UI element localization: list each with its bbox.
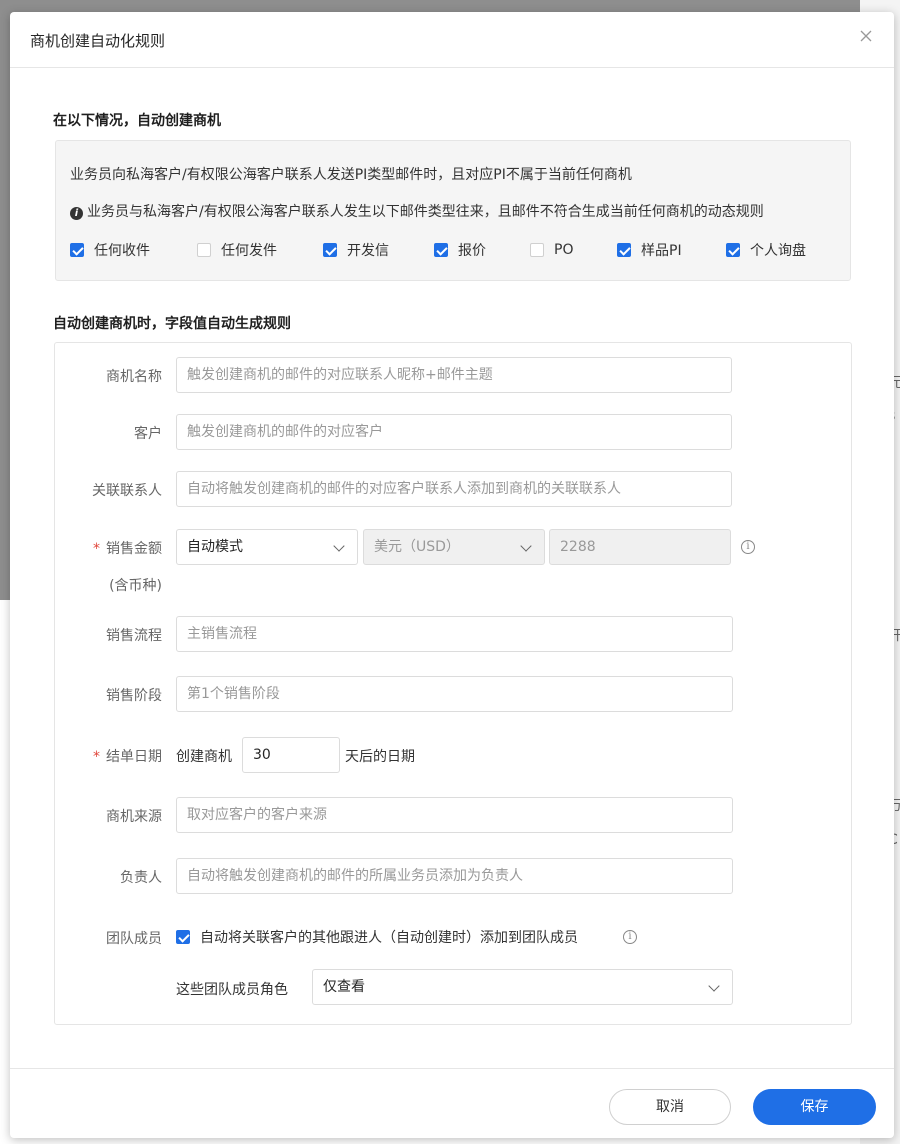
checkbox-dev-letter[interactable]: 开发信 <box>323 240 389 260</box>
amount-mode-select[interactable]: 自动模式 <box>176 529 358 565</box>
source-input[interactable]: 取对应客户的客户来源 <box>176 797 733 833</box>
checkbox-personal-inquiry[interactable]: 个人询盘 <box>726 240 806 260</box>
team-role-label: 这些团队成员角色 <box>176 982 288 998</box>
owner-input[interactable]: 自动将触发创建商机的邮件的所属业务员添加为负责人 <box>176 858 733 894</box>
checkbox-any-received[interactable]: 任何收件 <box>70 240 150 260</box>
info-icon: i <box>70 207 83 220</box>
field-label-team: 团队成员 <box>106 931 162 947</box>
save-button[interactable]: 保存 <box>753 1089 876 1125</box>
currency-value: 美元（USD） <box>374 539 460 555</box>
checkbox-po[interactable]: PO <box>530 240 573 260</box>
field-label-owner: 负责人 <box>120 870 162 886</box>
email-type-checkboxes: 任何收件 任何发件 开发信 报价 PO 样品PI 个人询盘 <box>70 240 850 260</box>
field-label-source: 商机来源 <box>106 809 162 825</box>
checkbox-box[interactable] <box>530 243 544 257</box>
customer-input[interactable]: 触发创建商机的邮件的对应客户 <box>176 414 732 450</box>
checkbox-label: 样品PI <box>641 243 682 259</box>
field-label-amount-text: 销售金额 <box>106 541 162 557</box>
amount-input: 2288 <box>549 529 731 565</box>
team-role-value: 仅查看 <box>323 979 365 995</box>
checkbox-box[interactable] <box>70 243 84 257</box>
checkbox-label: 开发信 <box>347 243 389 259</box>
checkbox-label: 报价 <box>458 243 486 259</box>
checkbox-label: 个人询盘 <box>750 243 806 259</box>
field-label-process: 销售流程 <box>106 628 162 644</box>
field-label-contacts: 关联联系人 <box>92 483 162 499</box>
field-label-amount-currency: (含币种) <box>109 578 162 594</box>
field-label-name: 商机名称 <box>106 369 162 385</box>
close-date-suffix: 天后的日期 <box>345 749 415 765</box>
trigger-section-title: 在以下情况，自动创建商机 <box>53 113 221 129</box>
rules-section-title: 自动创建商机时，字段值自动生成规则 <box>53 316 291 332</box>
field-label-amount: * 销售金额 <box>93 538 162 558</box>
field-label-customer: 客户 <box>134 426 162 442</box>
info-icon[interactable]: i <box>623 930 637 944</box>
team-auto-add-checkbox[interactable]: 自动将关联客户的其他跟进人（自动创建时）添加到团队成员 <box>176 927 578 947</box>
process-input[interactable]: 主销售流程 <box>176 616 733 652</box>
checkbox-box[interactable] <box>176 930 190 944</box>
trigger-condition-email-text: 业务员与私海客户/有权限公海客户联系人发生以下邮件类型往来，且邮件不符合生成当前… <box>87 204 764 220</box>
field-label-close-date-text: 结单日期 <box>106 749 162 765</box>
info-icon[interactable]: i <box>741 540 755 554</box>
currency-select: 美元（USD） <box>363 529 545 565</box>
dialog-footer: 取消 保存 <box>10 1068 894 1138</box>
dialog-title: 商机创建自动化规则 <box>30 32 166 50</box>
dialog-header: 商机创建自动化规则 <box>10 12 894 68</box>
team-role-select[interactable]: 仅查看 <box>312 969 733 1005</box>
name-input[interactable]: 触发创建商机的邮件的对应联系人昵称+邮件主题 <box>176 357 732 393</box>
chevron-down-icon <box>708 980 720 992</box>
cancel-button[interactable]: 取消 <box>609 1089 731 1125</box>
automation-rule-dialog: 商机创建自动化规则 在以下情况，自动创建商机 业务员向私海客户/有权限公海客户联… <box>10 12 894 1138</box>
close-days-input[interactable]: 30 <box>242 737 340 773</box>
stage-input[interactable]: 第1个销售阶段 <box>176 676 733 712</box>
contacts-input[interactable]: 自动将触发创建商机的邮件的对应客户联系人添加到商机的关联联系人 <box>176 471 732 507</box>
checkbox-label: 任何发件 <box>221 243 277 259</box>
checkbox-quote[interactable]: 报价 <box>434 240 486 260</box>
chevron-down-icon <box>520 540 532 552</box>
chevron-down-icon <box>333 540 345 552</box>
checkbox-box[interactable] <box>323 243 337 257</box>
checkbox-any-sent[interactable]: 任何发件 <box>197 240 277 260</box>
checkbox-box[interactable] <box>197 243 211 257</box>
field-label-stage: 销售阶段 <box>106 688 162 704</box>
checkbox-label: PO <box>554 242 574 258</box>
field-label-close-date: * 结单日期 <box>93 746 162 766</box>
checkbox-box[interactable] <box>434 243 448 257</box>
required-mark: * <box>93 541 100 557</box>
close-date-prefix: 创建商机 <box>176 749 232 765</box>
checkbox-sample-pi[interactable]: 样品PI <box>617 240 682 260</box>
required-mark: * <box>93 749 100 765</box>
trigger-condition-pi: 业务员向私海客户/有权限公海客户联系人发送PI类型邮件时，且对应PI不属于当前任… <box>70 167 632 183</box>
trigger-conditions-box: 业务员向私海客户/有权限公海客户联系人发送PI类型邮件时，且对应PI不属于当前任… <box>55 140 851 281</box>
checkbox-label: 自动将关联客户的其他跟进人（自动创建时）添加到团队成员 <box>200 930 578 946</box>
checkbox-label: 任何收件 <box>94 243 150 259</box>
close-icon[interactable] <box>858 28 874 44</box>
checkbox-box[interactable] <box>617 243 631 257</box>
amount-mode-value: 自动模式 <box>187 539 243 555</box>
trigger-condition-email: i 业务员与私海客户/有权限公海客户联系人发生以下邮件类型往来，且邮件不符合生成当… <box>70 201 764 221</box>
checkbox-box[interactable] <box>726 243 740 257</box>
